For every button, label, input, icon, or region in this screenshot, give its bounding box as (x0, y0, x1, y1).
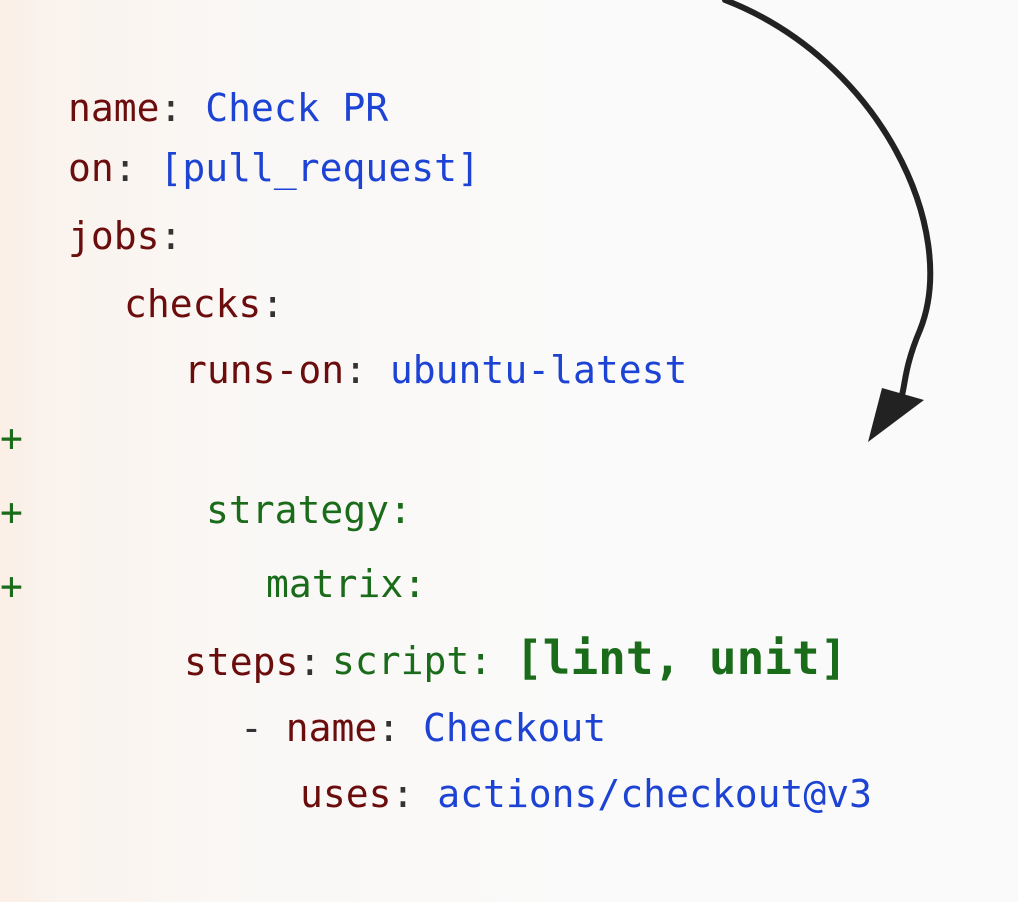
yaml-colon: : (391, 772, 415, 816)
yaml-key: uses (300, 772, 392, 816)
curved-arrow (722, 0, 934, 442)
arrow-head-icon (868, 388, 924, 442)
arrow-shaft (722, 0, 934, 398)
yaml-value: actions/checkout@v3 (414, 772, 872, 816)
